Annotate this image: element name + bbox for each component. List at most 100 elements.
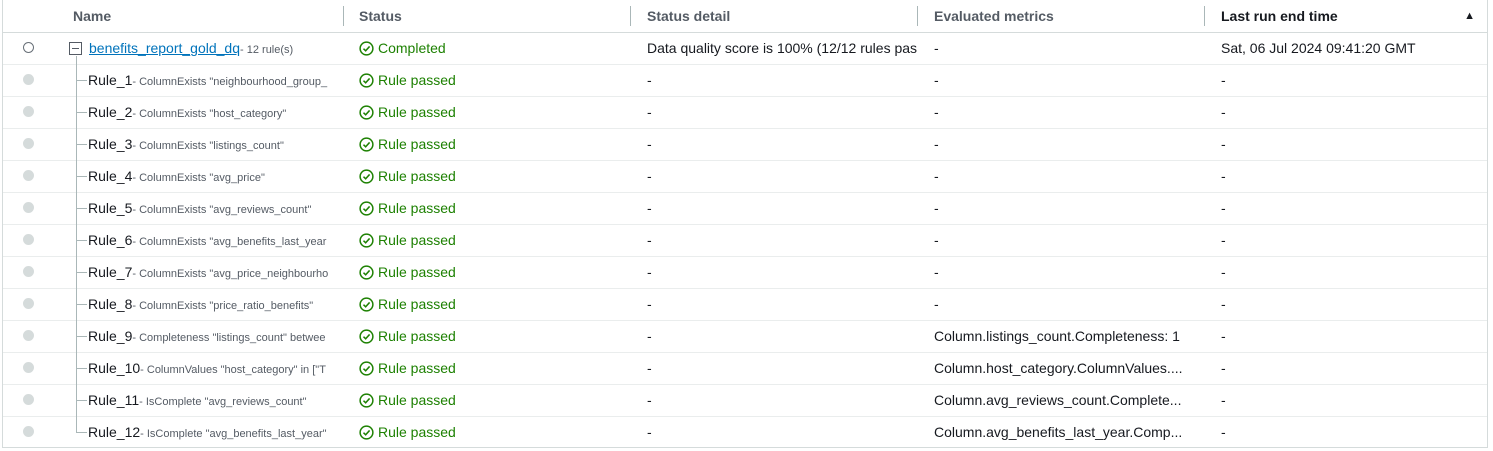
tree-connector	[76, 240, 87, 241]
tree-connector	[76, 400, 87, 401]
rule-name: Rule_6	[88, 232, 133, 248]
column-header-status[interactable]: Status	[359, 0, 402, 32]
column-resizer[interactable]	[917, 6, 918, 26]
column-header-name[interactable]: Name	[73, 0, 111, 32]
last-run-end-time-cell: -	[1221, 232, 1226, 248]
rule-name: Rule_10	[88, 360, 141, 376]
row-select-radio	[23, 362, 34, 373]
status-cell: Rule passed	[359, 225, 456, 256]
column-resizer[interactable]	[630, 6, 631, 26]
evaluated-metrics-cell: Column.host_category.ColumnValues....	[934, 360, 1183, 376]
name-cell: Rule_12- IsComplete "avg_benefits_last_y…	[88, 417, 343, 447]
rule-definition: - ColumnExists "price_ratio_benefits"	[132, 300, 314, 312]
ruleset-link[interactable]: benefits_report_gold_dq	[89, 40, 240, 56]
rule-definition: - ColumnExists "host_category"	[132, 108, 287, 120]
tree-connector	[76, 112, 87, 113]
status-detail-cell: -	[647, 104, 652, 120]
name-cell: Rule_3- ColumnExists "listings_count"	[88, 129, 343, 160]
table-row: Rule_6- ColumnExists "avg_benefits_last_…	[3, 225, 1487, 257]
last-run-end-time-cell: -	[1221, 328, 1226, 344]
status-detail-cell: -	[647, 168, 652, 184]
tree-connector	[76, 353, 77, 385]
table-row: Rule_7- ColumnExists "avg_price_neighbou…	[3, 257, 1487, 289]
column-header-status-detail[interactable]: Status detail	[647, 0, 730, 32]
status-detail-cell: -	[647, 200, 652, 216]
last-run-end-time-cell: -	[1221, 392, 1226, 408]
rule-definition: - ColumnExists "neighbourhood_group_	[132, 76, 328, 88]
status-cell: Rule passed	[359, 129, 456, 160]
evaluated-metrics-cell: -	[934, 104, 939, 120]
status-cell: Rule passed	[359, 65, 456, 96]
status-text: Rule passed	[378, 360, 456, 376]
collapse-icon[interactable]	[69, 42, 82, 55]
row-select-radio[interactable]	[23, 42, 34, 53]
check-circle-icon	[359, 41, 374, 56]
name-cell: Rule_8- ColumnExists "price_ratio_benefi…	[88, 289, 343, 320]
rule-name: Rule_2	[88, 104, 133, 120]
check-circle-icon	[359, 425, 374, 440]
status-detail-cell: -	[647, 392, 652, 408]
evaluated-metrics-cell: -	[934, 200, 939, 216]
status-text: Rule passed	[378, 296, 456, 312]
rule-definition: - IsComplete "avg_benefits_last_year"	[140, 428, 327, 440]
status-detail-cell: -	[647, 328, 652, 344]
table-row: Rule_10- ColumnValues "host_category" in…	[3, 353, 1487, 385]
status-cell: Rule passed	[359, 385, 456, 416]
tree-connector	[76, 304, 87, 305]
status-detail-cell: -	[647, 424, 652, 440]
column-resizer[interactable]	[1204, 6, 1205, 26]
caret-up-icon[interactable]: ▲	[1464, 0, 1475, 32]
table-row-parent: benefits_report_gold_dq- 12 rule(s) Comp…	[3, 33, 1487, 65]
last-run-end-time-cell: -	[1221, 104, 1226, 120]
row-select-radio	[23, 138, 34, 149]
status-detail-cell: -	[647, 360, 652, 376]
tree-connector	[76, 144, 87, 145]
check-circle-icon	[359, 329, 374, 344]
rule-definition: - ColumnExists "avg_benefits_last_year	[132, 236, 327, 248]
name-cell: benefits_report_gold_dq- 12 rule(s)	[89, 33, 343, 64]
last-run-end-time-cell: -	[1221, 72, 1226, 88]
tree-connector	[76, 161, 77, 193]
last-run-end-time-cell: -	[1221, 264, 1226, 280]
tree-connector	[76, 56, 77, 65]
rule-definition: - ColumnExists "listings_count"	[132, 140, 284, 152]
rule-name: Rule_5	[88, 200, 133, 216]
check-circle-icon	[359, 265, 374, 280]
evaluated-metrics-cell: Column.avg_benefits_last_year.Comp...	[934, 424, 1183, 440]
table-row: Rule_4- ColumnExists "avg_price" Rule pas…	[3, 161, 1487, 193]
check-circle-icon	[359, 361, 374, 376]
rule-definition: - ColumnExists "avg_reviews_count"	[132, 204, 312, 216]
status-cell: Rule passed	[359, 353, 456, 384]
check-circle-icon	[359, 393, 374, 408]
name-cell: Rule_2- ColumnExists "host_category"	[88, 97, 343, 128]
status-text: Rule passed	[378, 136, 456, 152]
column-resizer[interactable]	[343, 6, 344, 26]
status-detail-cell: -	[647, 72, 652, 88]
check-circle-icon	[359, 105, 374, 120]
check-circle-icon	[359, 201, 374, 216]
rule-definition: - Completeness "listings_count" betwee	[132, 332, 326, 344]
status-cell: Rule passed	[359, 321, 456, 352]
evaluated-metrics-cell: Column.avg_reviews_count.Complete...	[934, 392, 1182, 408]
evaluated-metrics-cell: -	[934, 72, 939, 88]
tree-connector	[76, 80, 87, 81]
rule-name: Rule_9	[88, 328, 133, 344]
rule-name: Rule_11	[88, 392, 140, 408]
name-cell: Rule_1- ColumnExists "neighbourhood_grou…	[88, 65, 343, 96]
status-text: Rule passed	[378, 168, 456, 184]
row-select-radio	[23, 170, 34, 181]
table-row: Rule_9- Completeness "listings_count" be…	[3, 321, 1487, 353]
rule-name: Rule_1	[88, 72, 133, 88]
tree-connector	[76, 208, 87, 209]
name-cell: Rule_10- ColumnValues "host_category" in…	[88, 353, 343, 384]
rule-name: Rule_4	[88, 168, 133, 184]
table-row: Rule_2- ColumnExists "host_category" Rule…	[3, 97, 1487, 129]
column-header-last-run-end-time[interactable]: Last run end time	[1221, 0, 1338, 32]
status-text: Rule passed	[378, 328, 456, 344]
status-detail-cell: -	[647, 264, 652, 280]
rule-name: Rule_8	[88, 296, 133, 312]
last-run-end-time-cell: -	[1221, 296, 1226, 312]
column-header-evaluated-metrics[interactable]: Evaluated metrics	[934, 0, 1054, 32]
status-cell: Rule passed	[359, 257, 456, 288]
status-detail-cell: Data quality score is 100% (12/12 rules …	[647, 40, 917, 56]
